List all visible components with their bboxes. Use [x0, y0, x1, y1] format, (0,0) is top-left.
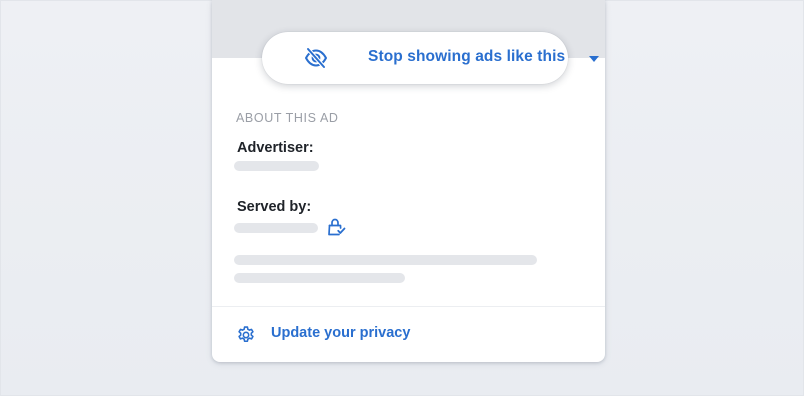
divider [212, 306, 605, 307]
section-title-about-ad: ABOUT THIS AD [236, 111, 339, 125]
eye-slash-icon [305, 47, 327, 69]
description-placeholder-line [234, 273, 405, 283]
ad-info-card: Stop showing ads like this [212, 0, 605, 362]
stop-showing-ads-button[interactable]: Stop showing ads like this [262, 32, 599, 84]
gear-icon [238, 326, 254, 343]
shopping-bag-check-icon[interactable] [326, 218, 346, 236]
served-by-value-placeholder [234, 223, 318, 233]
stop-showing-ads-label: Stop showing ads like this [368, 48, 566, 65]
served-by-label: Served by: [237, 199, 312, 215]
update-privacy-label: Update your privacy [271, 325, 411, 341]
update-privacy-link[interactable]: Update your privacy [236, 324, 410, 346]
caret-down-icon[interactable] [589, 56, 599, 62]
advertiser-value-placeholder [234, 161, 319, 171]
description-placeholder-line [234, 255, 537, 265]
advertiser-label: Advertiser: [237, 140, 314, 156]
